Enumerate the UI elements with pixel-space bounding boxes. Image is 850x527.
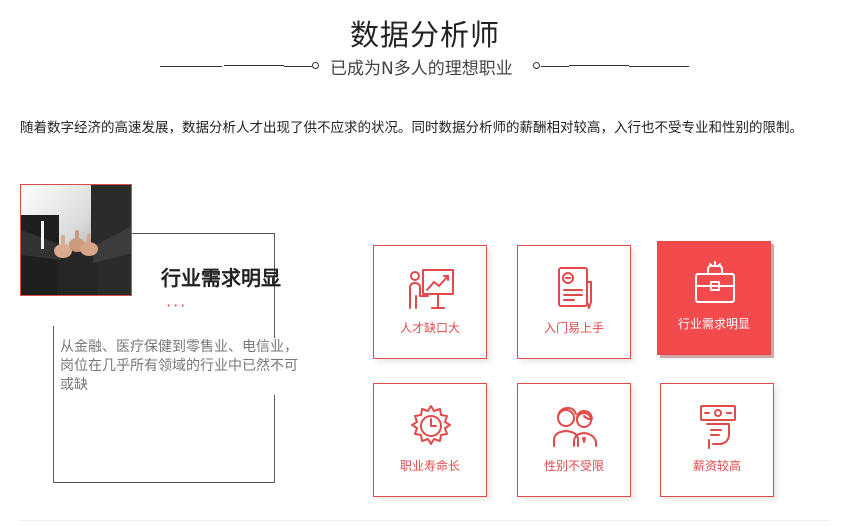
- feature-heading: 行业需求明显: [161, 266, 281, 290]
- card-career-longevity[interactable]: 职业寿命长: [373, 383, 487, 497]
- feature-dots: ···: [166, 296, 188, 315]
- card-label: 行业需求明显: [677, 317, 750, 331]
- card-industry-demand[interactable]: 行业需求明显: [657, 241, 771, 355]
- card-label: 人才缺口大: [399, 321, 460, 335]
- feature-description: 从金融、医疗保健到零售业、电信业，岗位在几乎所有领域的行业中已然不可或缺: [60, 338, 300, 395]
- money-hand-icon: [693, 402, 743, 450]
- card-label: 性别不受限: [543, 459, 604, 473]
- card-talent-gap[interactable]: 人才缺口大: [373, 245, 487, 359]
- business-team-photo: [20, 184, 132, 296]
- intro-paragraph: 随着数字经济的高速发展，数据分析人才出现了供不应求的状况。同时数据分析师的薪酬相…: [20, 120, 803, 136]
- bottom-divider: [20, 520, 830, 521]
- card-label: 入门易上手: [543, 321, 604, 335]
- page-subtitle: 已成为N多人的理想职业: [330, 59, 513, 79]
- couple-icon: [550, 402, 600, 450]
- certificate-icon: [550, 264, 600, 312]
- page-title: 数据分析师: [349, 18, 500, 52]
- card-gender-unrestricted[interactable]: 性别不受限: [517, 383, 631, 497]
- presentation-chart-icon: [406, 264, 456, 312]
- card-label: 薪资较高: [692, 459, 741, 473]
- gear-clock-icon: [406, 402, 456, 450]
- card-high-salary[interactable]: 薪资较高: [660, 383, 774, 497]
- briefcase-icon: [690, 260, 740, 308]
- card-easy-entry[interactable]: 入门易上手: [517, 245, 631, 359]
- card-label: 职业寿命长: [399, 459, 460, 473]
